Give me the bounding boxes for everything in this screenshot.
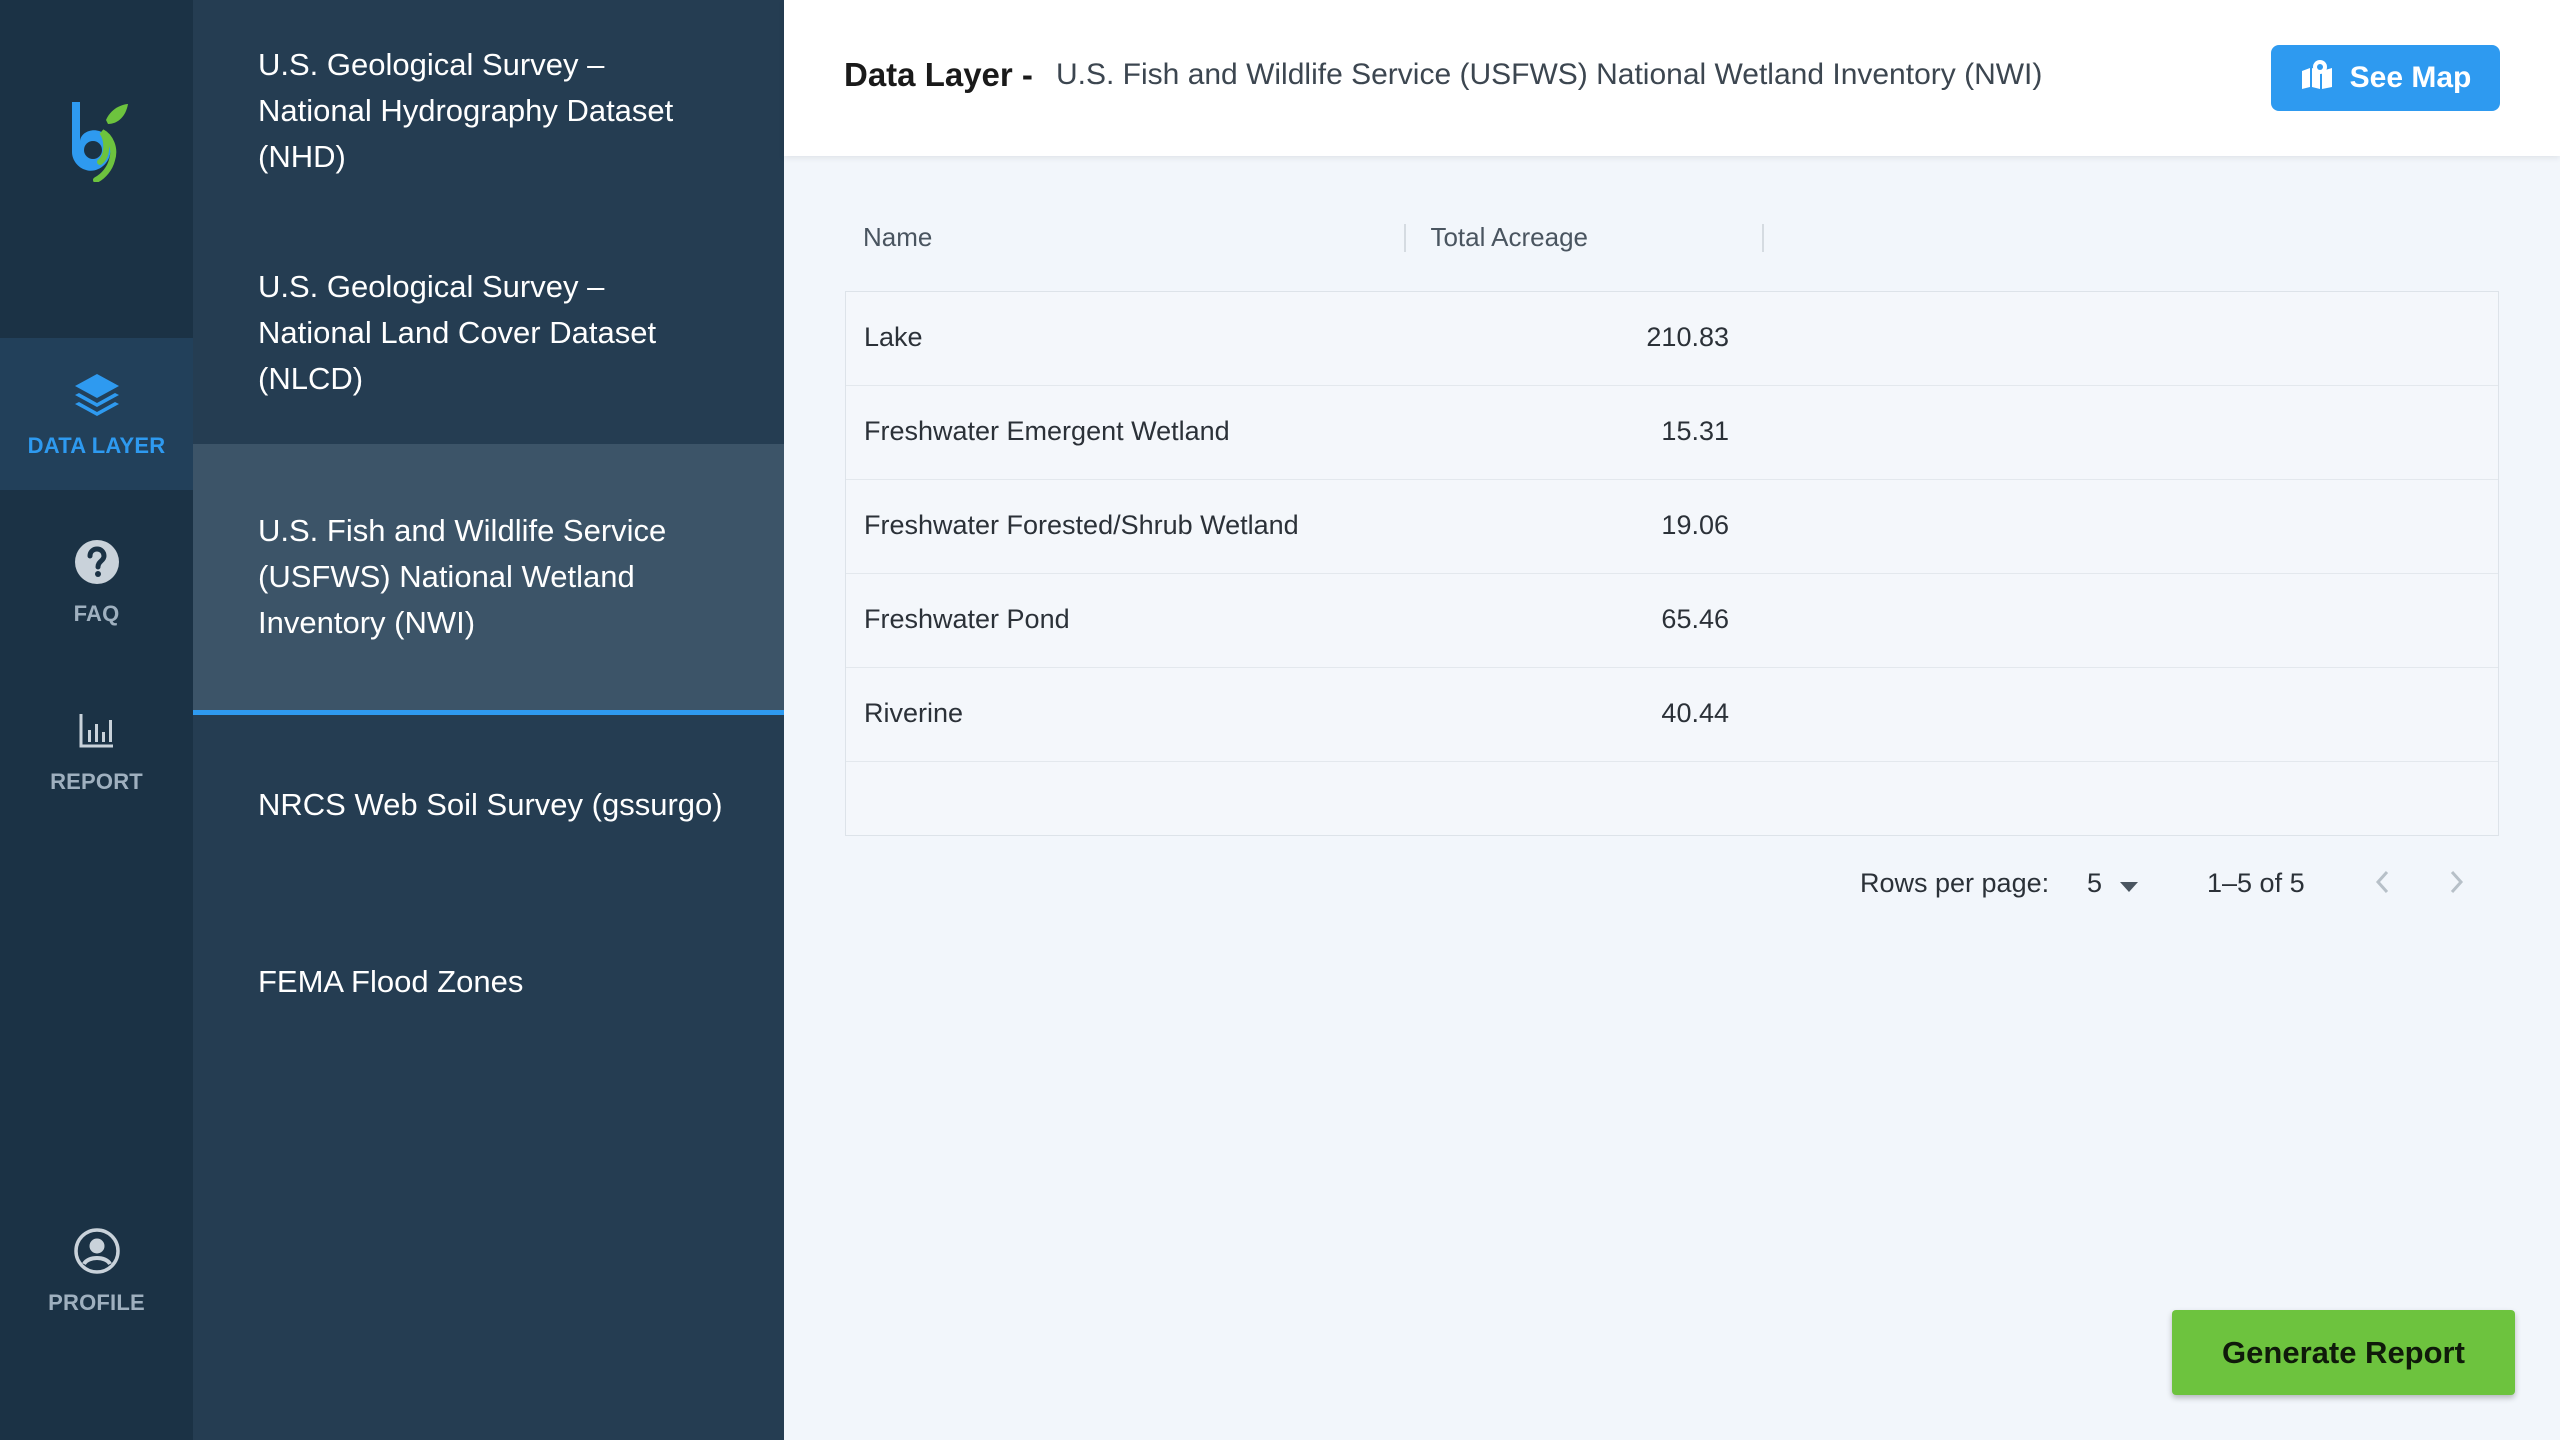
column-header-name[interactable]: Name bbox=[863, 222, 932, 253]
bar-chart-icon bbox=[72, 705, 122, 755]
layer-item-nhd[interactable]: U.S. Geological Survey – National Hydrog… bbox=[193, 0, 784, 222]
table-row[interactable]: Lake 210.83 bbox=[846, 292, 2498, 386]
nav-label: REPORT bbox=[50, 769, 143, 794]
chevron-left-icon bbox=[2375, 870, 2389, 899]
cell-name: Freshwater Pond bbox=[864, 604, 1070, 634]
nav-label: DATA LAYER bbox=[27, 433, 166, 458]
previous-page-button[interactable] bbox=[2360, 862, 2404, 906]
caret-down-icon bbox=[2120, 868, 2139, 899]
layer-list: U.S. Geological Survey – National Hydrog… bbox=[193, 0, 784, 1440]
nav-profile[interactable]: PROFILE bbox=[0, 1195, 193, 1347]
layer-item-label: U.S. Geological Survey – National Land C… bbox=[258, 269, 657, 396]
rows-per-page-select[interactable]: 5 bbox=[2087, 868, 2139, 899]
page-header: Data Layer - U.S. Fish and Wildlife Serv… bbox=[784, 0, 2560, 156]
cell-acreage: 40.44 bbox=[1661, 698, 1729, 728]
layers-icon bbox=[72, 369, 122, 419]
rows-per-page-value: 5 bbox=[2087, 868, 2103, 898]
app-logo[interactable] bbox=[62, 98, 132, 183]
column-separator[interactable] bbox=[1762, 224, 1764, 252]
account-circle-icon bbox=[72, 1226, 122, 1276]
cell-acreage: 19.06 bbox=[1661, 510, 1729, 540]
cell-name: Lake bbox=[864, 322, 923, 352]
page-subtitle: U.S. Fish and Wildlife Service (USFWS) N… bbox=[1056, 58, 2043, 91]
chevron-right-icon bbox=[2450, 870, 2464, 899]
cell-acreage: 15.31 bbox=[1661, 416, 1729, 446]
page-title: Data Layer - bbox=[844, 56, 1033, 93]
nav-report[interactable]: REPORT bbox=[0, 674, 193, 826]
layer-item-label: U.S. Geological Survey – National Hydrog… bbox=[258, 47, 674, 174]
layer-item-label: NRCS Web Soil Survey (gssurgo) bbox=[258, 787, 723, 822]
table-header: Name Total Acreage bbox=[845, 210, 2499, 270]
rows-per-page-label: Rows per page: bbox=[1860, 868, 2050, 898]
pagination-range: 1–5 of 5 bbox=[2207, 868, 2305, 898]
table-row[interactable]: Freshwater Forested/Shrub Wetland 19.06 bbox=[846, 480, 2498, 574]
column-separator[interactable] bbox=[1404, 224, 1406, 252]
nav-label: PROFILE bbox=[48, 1290, 145, 1315]
see-map-button[interactable]: See Map bbox=[2271, 45, 2500, 111]
cell-name: Riverine bbox=[864, 698, 964, 728]
nav-rail: DATA LAYER FAQ REPORT PROFILE bbox=[0, 0, 193, 1440]
layer-item-gssurgo[interactable]: NRCS Web Soil Survey (gssurgo) bbox=[193, 715, 784, 895]
map-marker-icon bbox=[2300, 59, 2334, 97]
nav-data-layer[interactable]: DATA LAYER bbox=[0, 338, 193, 490]
generate-report-button[interactable]: Generate Report bbox=[2172, 1310, 2515, 1395]
cell-name: Freshwater Forested/Shrub Wetland bbox=[864, 510, 1299, 540]
help-circle-icon bbox=[72, 537, 122, 587]
nav-label: FAQ bbox=[73, 601, 120, 626]
data-table: Lake 210.83 Freshwater Emergent Wetland … bbox=[845, 291, 2499, 836]
table-row[interactable]: Freshwater Pond 65.46 bbox=[846, 574, 2498, 668]
cell-acreage: 210.83 bbox=[1646, 322, 1729, 352]
layer-item-label: U.S. Fish and Wildlife Service (USFWS) N… bbox=[258, 513, 667, 640]
column-header-total-acreage[interactable]: Total Acreage bbox=[1430, 222, 1588, 253]
layer-item-nwi[interactable]: U.S. Fish and Wildlife Service (USFWS) N… bbox=[193, 444, 784, 715]
cell-name: Freshwater Emergent Wetland bbox=[864, 416, 1230, 446]
table-row[interactable]: Freshwater Emergent Wetland 15.31 bbox=[846, 386, 2498, 480]
layer-item-nlcd[interactable]: U.S. Geological Survey – National Land C… bbox=[193, 222, 784, 444]
table-row[interactable]: Riverine 40.44 bbox=[846, 668, 2498, 762]
layer-item-label: FEMA Flood Zones bbox=[258, 963, 524, 999]
see-map-label: See Map bbox=[2349, 61, 2472, 94]
next-page-button[interactable] bbox=[2435, 862, 2479, 906]
layer-item-fema[interactable]: FEMA Flood Zones bbox=[193, 895, 784, 1068]
nav-faq[interactable]: FAQ bbox=[0, 506, 193, 658]
cell-acreage: 65.46 bbox=[1661, 604, 1729, 634]
